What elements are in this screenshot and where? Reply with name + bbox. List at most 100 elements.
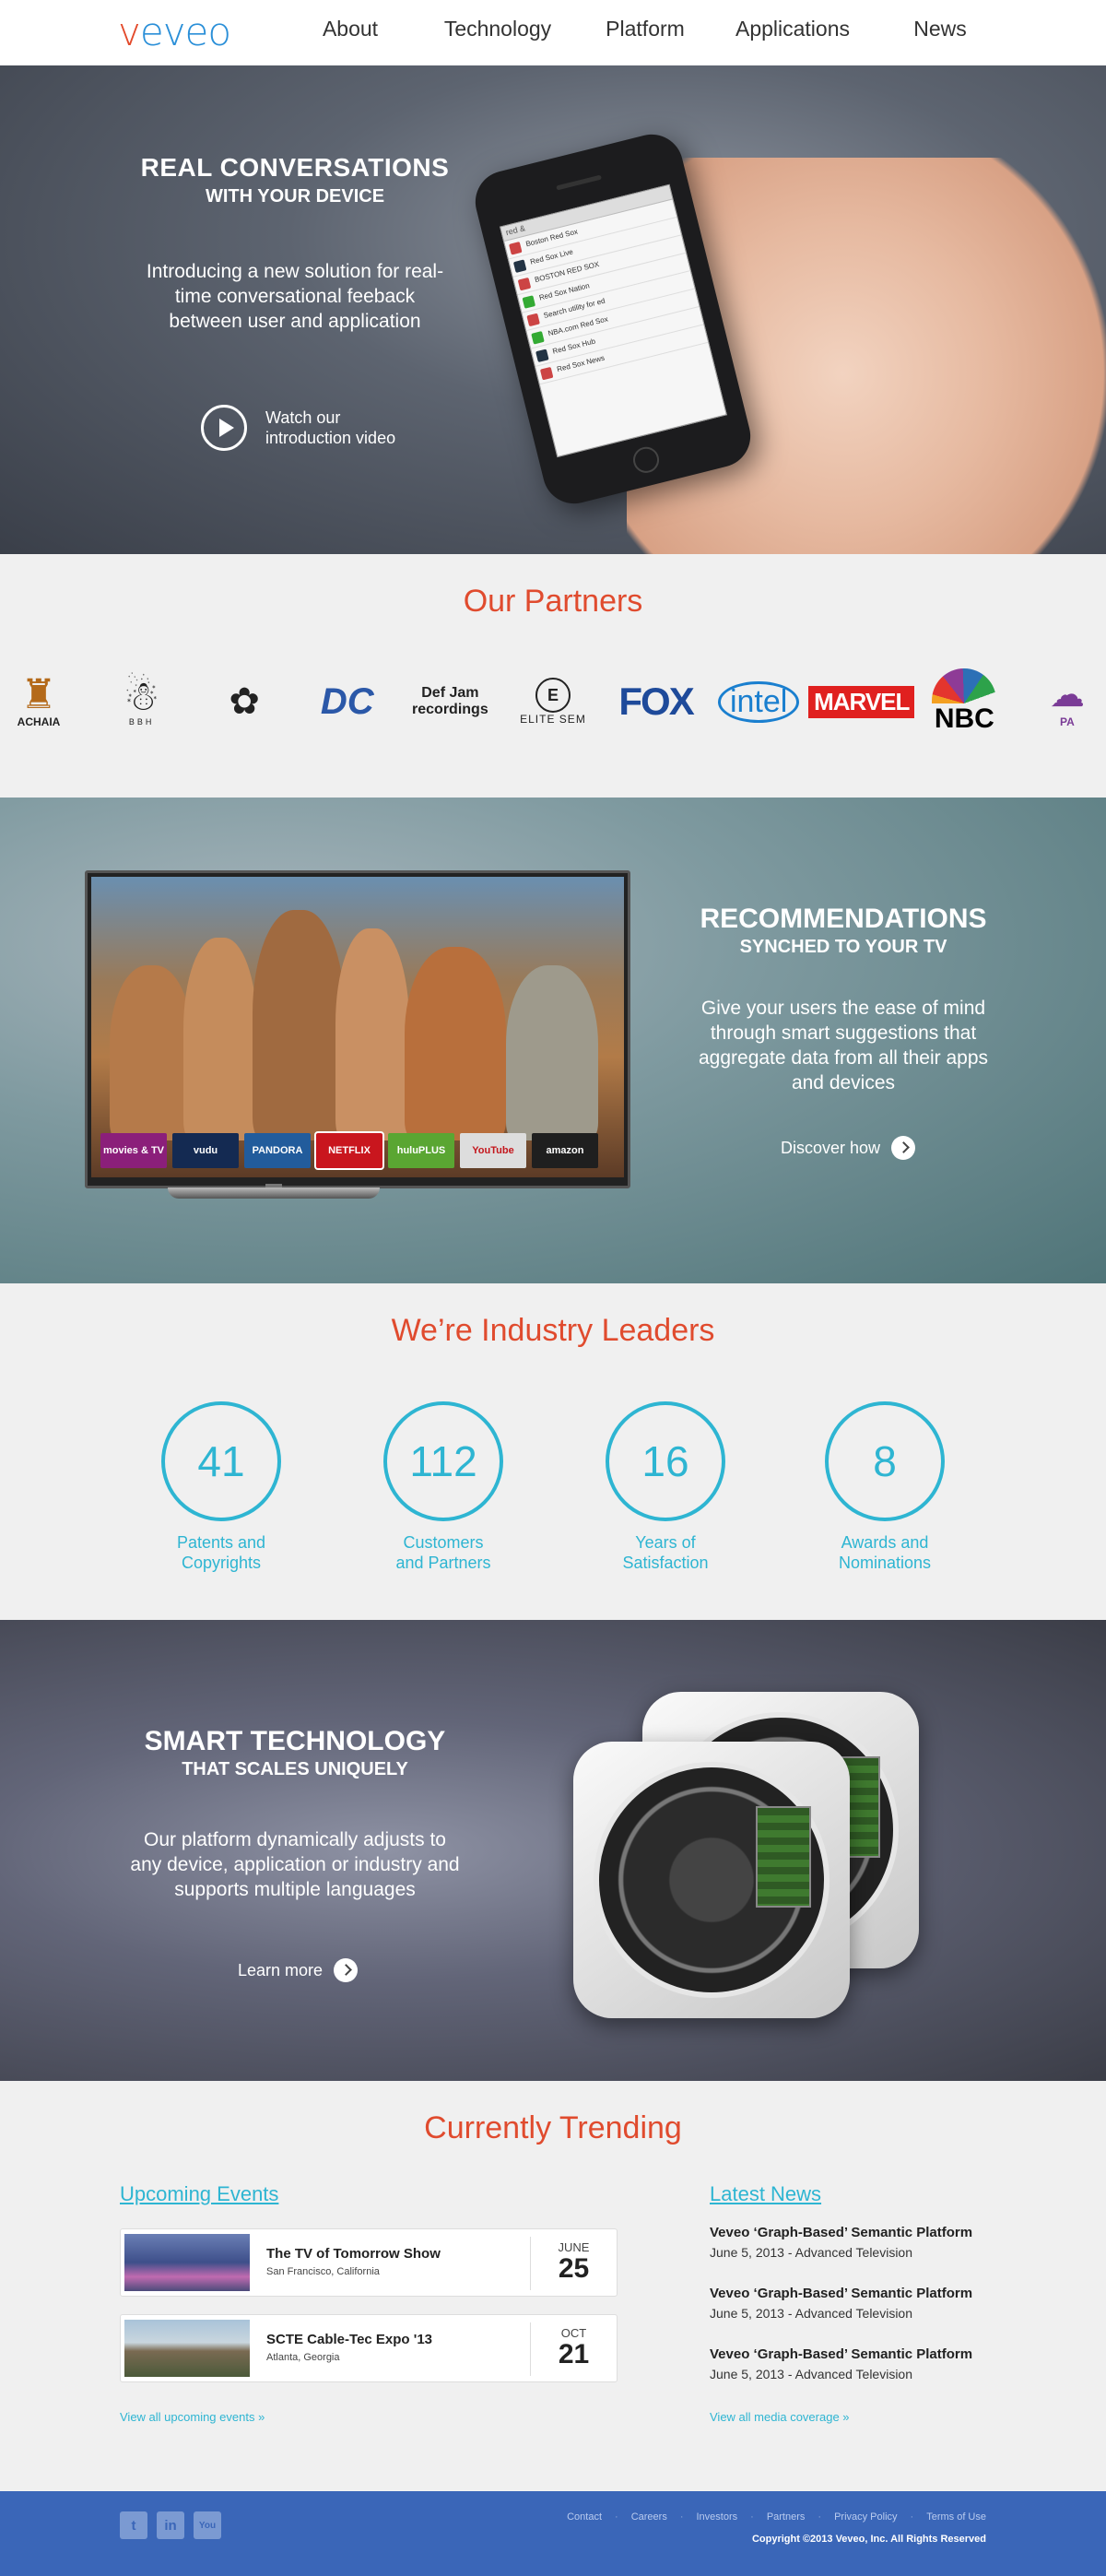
phone-speaker bbox=[556, 174, 602, 191]
mac-mini-image-front bbox=[573, 1742, 850, 2018]
stat-customers: 112 Customers and Partners bbox=[351, 1401, 535, 1573]
event-card[interactable]: SCTE Cable-Tec Expo '13 Atlanta, Georgia… bbox=[120, 2314, 618, 2382]
stat-years: 16 Years of Satisfaction bbox=[573, 1401, 758, 1573]
smart-technology-section: SMART TECHNOLOGY THAT SCALES UNIQUELY Ou… bbox=[0, 1620, 1106, 2081]
footer-link-partners[interactable]: Partners bbox=[767, 2511, 806, 2523]
stat-value: 41 bbox=[161, 1401, 281, 1521]
footer: t in You Contact · Careers · Investors · Pa… bbox=[0, 2491, 1106, 2576]
footer-link-careers[interactable]: Careers bbox=[631, 2511, 667, 2523]
event-thumbnail bbox=[124, 2320, 250, 2377]
news-date: June 5, 2013 - Advanced Television bbox=[710, 2245, 913, 2260]
partners-section: Our Partners ♜ ACHAIA ☃ BBH ✿ DC Def Jam r… bbox=[0, 554, 1106, 798]
reco-title: RECOMMENDATIONS bbox=[700, 904, 987, 934]
smart-title: SMART TECHNOLOGY bbox=[144, 1726, 446, 1756]
news-item[interactable]: Veveo ‘Graph-Based’ Semantic Platform Ju… bbox=[710, 2286, 1014, 2321]
app-tile-amazon[interactable]: amazon bbox=[532, 1133, 598, 1168]
app-tile-movies-tv[interactable]: movies & TV bbox=[100, 1133, 167, 1168]
partner-logo-achaia[interactable]: ♜ ACHAIA bbox=[0, 665, 87, 739]
nav-technology[interactable]: Technology bbox=[424, 17, 571, 41]
news-item[interactable]: Veveo ‘Graph-Based’ Semantic Platform Ju… bbox=[710, 2346, 1014, 2381]
phone-home-button bbox=[630, 443, 663, 476]
discover-how-label: Discover how bbox=[781, 1138, 881, 1157]
footer-link-contact[interactable]: Contact bbox=[567, 2511, 602, 2523]
stat-value: 16 bbox=[606, 1401, 725, 1521]
view-all-events-link[interactable]: View all upcoming events » bbox=[120, 2410, 265, 2424]
partners-title: Our Partners bbox=[463, 584, 643, 619]
stat-label: Awards and Nominations bbox=[838, 1533, 932, 1572]
hero-section: REAL CONVERSATIONS WITH YOUR DEVICE Intr… bbox=[0, 65, 1106, 554]
top-nav: veveo About Technology Platform Applicat… bbox=[0, 0, 1106, 65]
twitter-icon[interactable]: t bbox=[120, 2511, 147, 2539]
event-location: San Francisco, California bbox=[266, 2266, 380, 2277]
nav-applications[interactable]: Applications bbox=[719, 17, 866, 41]
event-card[interactable]: The TV of Tomorrow Show San Francisco, C… bbox=[120, 2228, 618, 2297]
hero-subtitle: WITH YOUR DEVICE bbox=[205, 186, 385, 207]
nav-links: About Technology Platform Applications N… bbox=[276, 17, 1014, 41]
event-location: Atlanta, Georgia bbox=[266, 2352, 340, 2363]
nbc-peacock-icon bbox=[932, 668, 997, 703]
partner-logo-nbc[interactable]: NBC bbox=[916, 665, 1012, 739]
partner-logo-elite-sem[interactable]: E ELITE SEM bbox=[505, 665, 601, 739]
stat-label: Customers and Partners bbox=[395, 1533, 491, 1572]
app-tile-vudu[interactable]: vudu bbox=[172, 1133, 239, 1168]
footer-link-privacy[interactable]: Privacy Policy bbox=[834, 2511, 897, 2523]
partner-logos: ♜ ACHAIA ☃ BBH ✿ DC Def Jam recordings E EL… bbox=[0, 665, 1106, 739]
nav-about[interactable]: About bbox=[276, 17, 424, 41]
event-date: OCT 21 bbox=[530, 2322, 617, 2376]
industry-leaders-section: We’re Industry Leaders 41 Patents and Co… bbox=[0, 1283, 1106, 1620]
news-item[interactable]: Veveo ‘Graph-Based’ Semantic Platform Ju… bbox=[710, 2225, 1014, 2260]
app-tile-youtube[interactable]: YouTube bbox=[460, 1133, 526, 1168]
watch-video-label: Watch our introduction video bbox=[265, 408, 396, 447]
copyright: Copyright ©2013 Veveo, Inc. All Rights R… bbox=[751, 2534, 986, 2545]
hero-description: Introducing a new solution for real-time… bbox=[146, 261, 444, 332]
smart-heading: SMART TECHNOLOGY THAT SCALES UNIQUELY bbox=[129, 1726, 461, 1780]
learn-more-button[interactable]: Learn more bbox=[238, 1958, 359, 1982]
stat-awards: 8 Awards and Nominations bbox=[793, 1401, 977, 1573]
tv-image: movies & TV vudu PANDORA NETFLIX huluPLU… bbox=[85, 870, 630, 1188]
stat-label: Patents and Copyrights bbox=[176, 1533, 266, 1572]
hero-title: REAL CONVERSATIONS bbox=[140, 153, 450, 182]
view-all-news-link[interactable]: View all media coverage » bbox=[710, 2410, 850, 2424]
phone-illustration: red & Boston Red Sox Red Sox Live BOSTON… bbox=[468, 121, 1106, 554]
footer-link-investors[interactable]: Investors bbox=[697, 2511, 738, 2523]
veveo-logo[interactable]: veveo bbox=[118, 9, 231, 54]
nav-news[interactable]: News bbox=[866, 17, 1014, 41]
footer-link-terms[interactable]: Terms of Use bbox=[926, 2511, 986, 2523]
nav-platform[interactable]: Platform bbox=[571, 17, 719, 41]
event-date: JUNE 25 bbox=[530, 2237, 617, 2290]
news-title: Veveo ‘Graph-Based’ Semantic Platform bbox=[710, 2225, 973, 2240]
watch-video-button[interactable]: Watch our introduction video bbox=[201, 405, 395, 451]
upcoming-events-heading[interactable]: Upcoming Events bbox=[120, 2182, 278, 2206]
social-links: t in You bbox=[120, 2511, 221, 2539]
partner-logo-dc[interactable]: DC bbox=[300, 665, 395, 739]
partner-logo-bbh[interactable]: ☃ BBH bbox=[94, 665, 190, 739]
app-tile-hulu[interactable]: huluPLUS bbox=[388, 1133, 454, 1168]
partner-logo-fox[interactable]: FOX bbox=[608, 665, 704, 739]
news-date: June 5, 2013 - Advanced Television bbox=[710, 2306, 913, 2321]
reco-heading: RECOMMENDATIONS SYNCHED TO YOUR TV bbox=[682, 904, 1005, 958]
trending-title: Currently Trending bbox=[424, 2110, 682, 2145]
event-name: SCTE Cable-Tec Expo '13 bbox=[266, 2332, 433, 2347]
linkedin-icon[interactable]: in bbox=[157, 2511, 184, 2539]
smart-description: Our platform dynamically adjusts to any … bbox=[130, 1829, 460, 1900]
footer-links: Contact · Careers · Investors · Partners · P… bbox=[567, 2511, 986, 2523]
phone-screen: red & Boston Red Sox Red Sox Live BOSTON… bbox=[500, 183, 727, 458]
app-tile-netflix[interactable]: NETFLIX bbox=[314, 1131, 384, 1170]
partner-logo-bird[interactable]: ✿ bbox=[196, 665, 292, 739]
partner-logo-def-jam[interactable]: Def Jam recordings bbox=[402, 665, 498, 739]
play-icon bbox=[201, 405, 247, 451]
latest-news-heading[interactable]: Latest News bbox=[710, 2182, 821, 2206]
news-title: Veveo ‘Graph-Based’ Semantic Platform bbox=[710, 2286, 973, 2301]
partner-logo-intel[interactable]: intel bbox=[711, 665, 806, 739]
partner-logo-partial[interactable]: ☁ PA bbox=[1019, 665, 1106, 739]
app-tile-pandora[interactable]: PANDORA bbox=[244, 1133, 311, 1168]
stats-title: We’re Industry Leaders bbox=[391, 1313, 715, 1348]
partner-logo-marvel[interactable]: MARVEL bbox=[808, 665, 915, 739]
news-date: June 5, 2013 - Advanced Television bbox=[710, 2367, 913, 2381]
news-title: Veveo ‘Graph-Based’ Semantic Platform bbox=[710, 2346, 973, 2362]
discover-how-button[interactable]: Discover how bbox=[781, 1136, 916, 1160]
event-thumbnail bbox=[124, 2234, 250, 2291]
tv-screen: movies & TV vudu PANDORA NETFLIX huluPLU… bbox=[91, 877, 624, 1177]
youtube-icon[interactable]: You bbox=[194, 2511, 221, 2539]
chevron-right-icon bbox=[334, 1958, 359, 1982]
